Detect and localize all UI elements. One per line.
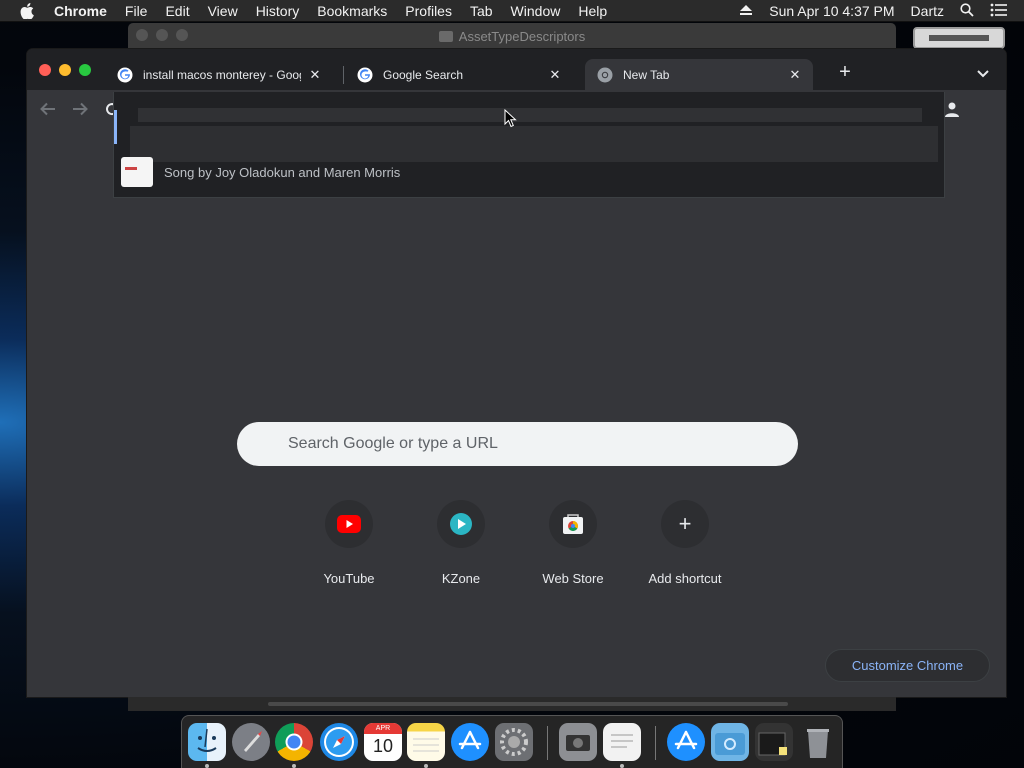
running-indicator bbox=[205, 764, 209, 768]
spotlight-search-icon[interactable] bbox=[960, 2, 974, 20]
tab-strip: install macos monterey - Google Search ✕… bbox=[27, 49, 1006, 90]
chrome-icon bbox=[597, 67, 613, 82]
ntp-search-box[interactable]: Search Google or type a URL bbox=[237, 422, 798, 466]
back-icon[interactable] bbox=[39, 100, 57, 118]
dock: APR 10 bbox=[181, 715, 843, 768]
plus-icon: + bbox=[678, 511, 692, 536]
tab-title: Google Search bbox=[383, 67, 464, 82]
background-finder-window[interactable]: AssetTypeDescriptors bbox=[128, 23, 896, 49]
kzone-icon bbox=[450, 513, 472, 535]
menu-edit[interactable]: Edit bbox=[165, 3, 189, 19]
tab-install-macos[interactable]: install macos monterey - Google Search ✕ bbox=[105, 59, 333, 90]
menu-profiles[interactable]: Profiles bbox=[405, 3, 452, 19]
minimize-window-button[interactable] bbox=[59, 64, 71, 76]
dock-separator bbox=[655, 726, 656, 760]
tab-google-search[interactable]: Google Search ✕ bbox=[345, 59, 573, 90]
horizontal-scrollbar[interactable] bbox=[268, 702, 788, 706]
app-store-icon[interactable] bbox=[451, 723, 489, 761]
omnibox-dropdown: Song by Joy Oladokun and Maren Morris bbox=[113, 92, 945, 198]
suggestion-subtitle: Song by Joy Oladokun and Maren Morris bbox=[164, 164, 401, 180]
menu-help[interactable]: Help bbox=[578, 3, 607, 19]
trash-icon[interactable] bbox=[799, 723, 837, 761]
shortcut-youtube[interactable]: YouTube bbox=[293, 500, 405, 586]
shortcut-label: YouTube bbox=[323, 571, 375, 586]
selection-indicator bbox=[114, 110, 117, 144]
close-window-button[interactable] bbox=[39, 64, 51, 76]
dock-separator bbox=[547, 726, 548, 760]
mouse-cursor-icon bbox=[504, 109, 517, 128]
app-store-folder-icon[interactable] bbox=[667, 723, 705, 761]
finder-icon[interactable] bbox=[188, 723, 226, 761]
stack-icon[interactable] bbox=[755, 723, 793, 761]
folder-icon bbox=[438, 30, 453, 42]
shortcut-tile: + bbox=[661, 500, 709, 548]
customize-chrome-button[interactable]: Customize Chrome bbox=[825, 649, 990, 682]
eject-icon[interactable] bbox=[739, 3, 753, 19]
tab-search-icon[interactable] bbox=[974, 65, 992, 83]
shortcut-kzone[interactable]: KZone bbox=[405, 500, 517, 586]
menu-bar: Chrome File Edit View History Bookmarks … bbox=[0, 0, 1024, 22]
menu-tab[interactable]: Tab bbox=[470, 3, 493, 19]
tab-separator bbox=[343, 66, 344, 84]
shortcut-add[interactable]: + Add shortcut bbox=[629, 500, 741, 586]
suggestion-thumbnail bbox=[121, 157, 153, 187]
google-icon bbox=[117, 67, 133, 82]
close-tab-icon[interactable]: ✕ bbox=[307, 67, 323, 83]
close-tab-icon[interactable]: ✕ bbox=[787, 67, 803, 83]
web-store-icon bbox=[563, 514, 583, 534]
running-indicator bbox=[292, 764, 296, 768]
menu-bar-status: Sun Apr 10 4:37 PM Dartz bbox=[739, 0, 1024, 22]
menu-clock[interactable]: Sun Apr 10 4:37 PM bbox=[769, 3, 894, 19]
window-controls bbox=[39, 64, 91, 76]
shortcut-label: Add shortcut bbox=[648, 571, 722, 586]
youtube-icon bbox=[337, 515, 361, 533]
apple-icon[interactable] bbox=[20, 2, 36, 19]
forward-icon[interactable] bbox=[71, 100, 89, 118]
shortcut-tile bbox=[549, 500, 597, 548]
calendar-month: APR bbox=[364, 723, 402, 734]
background-window-title: AssetTypeDescriptors bbox=[438, 29, 585, 44]
launchpad-icon[interactable] bbox=[232, 723, 270, 761]
screenshot-icon[interactable] bbox=[559, 723, 597, 761]
textedit-icon[interactable] bbox=[603, 723, 641, 761]
chrome-icon[interactable] bbox=[275, 723, 313, 761]
running-indicator bbox=[424, 764, 428, 768]
omnibox-input-row[interactable] bbox=[138, 108, 922, 122]
calendar-icon[interactable]: APR 10 bbox=[364, 723, 402, 761]
profile-icon[interactable] bbox=[943, 100, 961, 118]
menu-user[interactable]: Dartz bbox=[911, 3, 944, 19]
shortcut-web-store[interactable]: Web Store bbox=[517, 500, 629, 586]
menu-window[interactable]: Window bbox=[511, 3, 561, 19]
running-indicator bbox=[620, 764, 624, 768]
desktop-thumbnail[interactable] bbox=[913, 27, 1005, 49]
menu-file[interactable]: File bbox=[125, 3, 148, 19]
shortcut-tile bbox=[437, 500, 485, 548]
new-tab-button[interactable]: + bbox=[835, 62, 855, 83]
notes-icon[interactable] bbox=[407, 723, 445, 761]
shortcut-label: Web Store bbox=[542, 571, 604, 586]
background-window-controls bbox=[136, 29, 188, 41]
system-preferences-icon[interactable] bbox=[495, 723, 533, 761]
menu-bookmarks[interactable]: Bookmarks bbox=[317, 3, 387, 19]
tab-title: install macos monterey - Google Search bbox=[143, 67, 301, 82]
tab-title: New Tab bbox=[623, 67, 670, 82]
calendar-day: 10 bbox=[372, 736, 394, 756]
tab-new-tab[interactable]: New Tab ✕ bbox=[585, 59, 813, 90]
shortcut-label: KZone bbox=[441, 571, 481, 586]
downloads-folder-icon[interactable] bbox=[711, 723, 749, 761]
menu-app-name[interactable]: Chrome bbox=[54, 3, 107, 19]
suggestion-row-song[interactable]: Song by Joy Oladokun and Maren Morris bbox=[121, 156, 400, 188]
bottom-scroll-area bbox=[128, 697, 896, 711]
menu-history[interactable]: History bbox=[256, 3, 300, 19]
close-tab-icon[interactable]: ✕ bbox=[547, 67, 563, 83]
zoom-window-button[interactable] bbox=[79, 64, 91, 76]
control-center-icon[interactable] bbox=[990, 3, 1008, 20]
shortcut-tile bbox=[325, 500, 373, 548]
google-icon bbox=[357, 67, 373, 82]
safari-icon[interactable] bbox=[320, 723, 358, 761]
menu-view[interactable]: View bbox=[208, 3, 238, 19]
